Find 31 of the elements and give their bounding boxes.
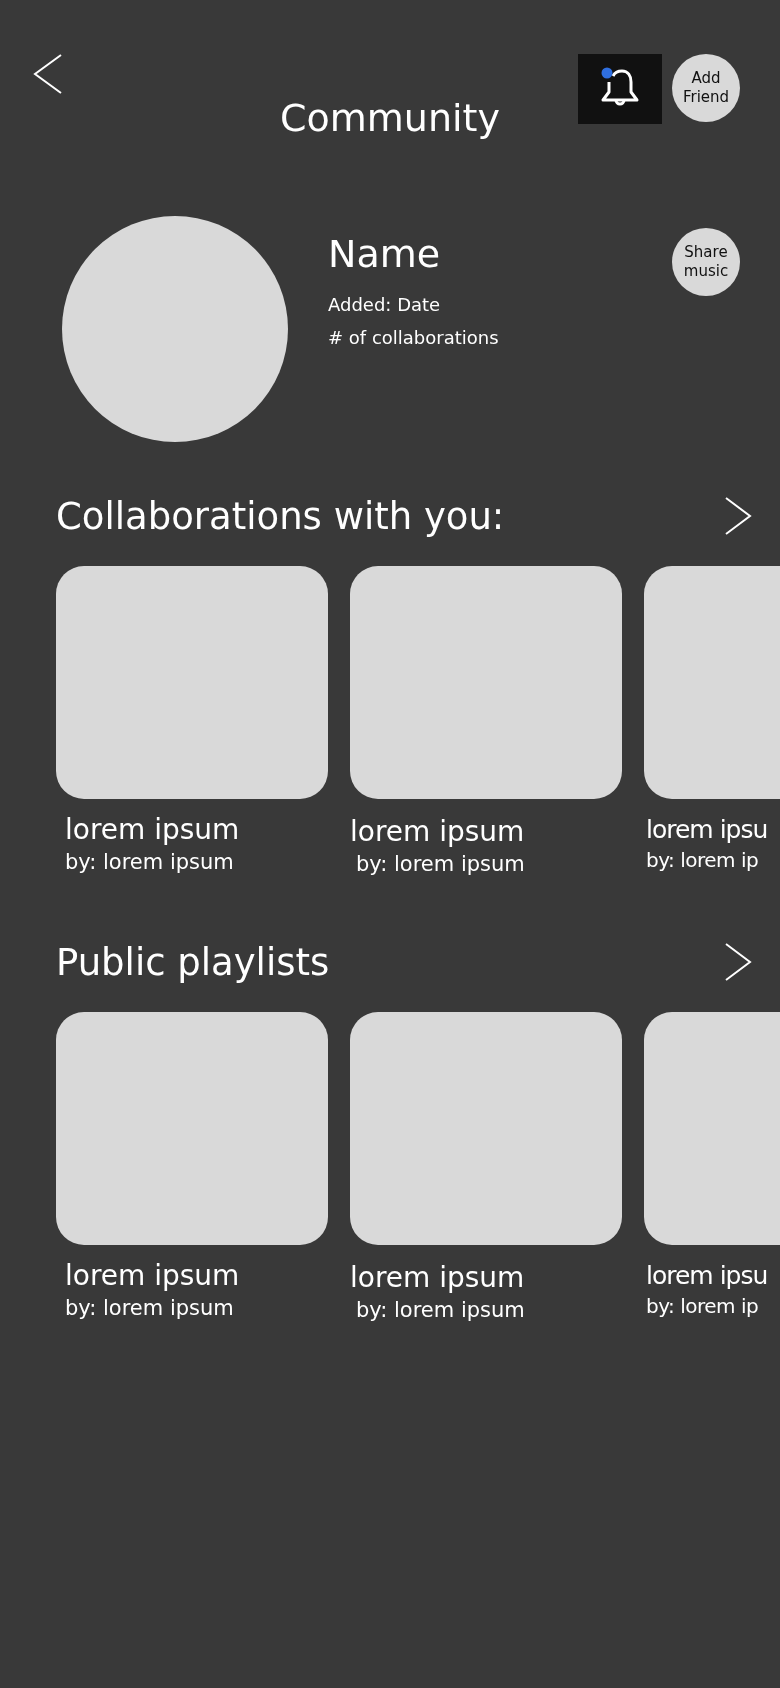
playlist-title: lorem ipsum	[350, 1261, 525, 1294]
playlist-author: by: lorem ipsum	[356, 1298, 525, 1322]
chevron-right-icon	[724, 943, 752, 981]
playlist-author: by: lorem ip	[646, 848, 759, 872]
collaboration-count: # of collaborations	[328, 327, 500, 348]
chevron-right-icon	[724, 497, 752, 535]
section-title: Public playlists	[56, 940, 330, 984]
playlist-author: by: lorem ipsum	[65, 1296, 234, 1320]
playlist-title: lorem ipsum	[65, 1259, 240, 1292]
playlist-title: lorem ipsu	[646, 815, 768, 844]
notification-button[interactable]	[578, 54, 662, 124]
profile-name: Name	[328, 232, 442, 276]
playlist-author: by: lorem ip	[646, 1294, 759, 1318]
see-more-button[interactable]	[724, 943, 752, 981]
back-button[interactable]	[33, 54, 63, 94]
page-title: Community	[280, 96, 500, 140]
see-more-button[interactable]	[724, 497, 752, 535]
playlist-author: by: lorem ipsum	[65, 850, 234, 874]
playlist-cover[interactable]	[350, 566, 622, 799]
playlist-title: lorem ipsum	[65, 813, 240, 846]
add-friend-button[interactable]: Add Friend	[672, 54, 740, 122]
playlist-title: lorem ipsu	[646, 1261, 768, 1290]
playlist-cover[interactable]	[56, 1012, 328, 1245]
back-icon	[33, 54, 63, 94]
playlist-cover[interactable]	[56, 566, 328, 799]
playlist-cover[interactable]	[350, 1012, 622, 1245]
playlist-title: lorem ipsum	[350, 815, 525, 848]
added-date: Added: Date	[328, 294, 442, 315]
section-title: Collaborations with you:	[56, 494, 505, 538]
share-music-button[interactable]: Share music	[672, 228, 740, 296]
playlist-author: by: lorem ipsum	[356, 852, 525, 876]
